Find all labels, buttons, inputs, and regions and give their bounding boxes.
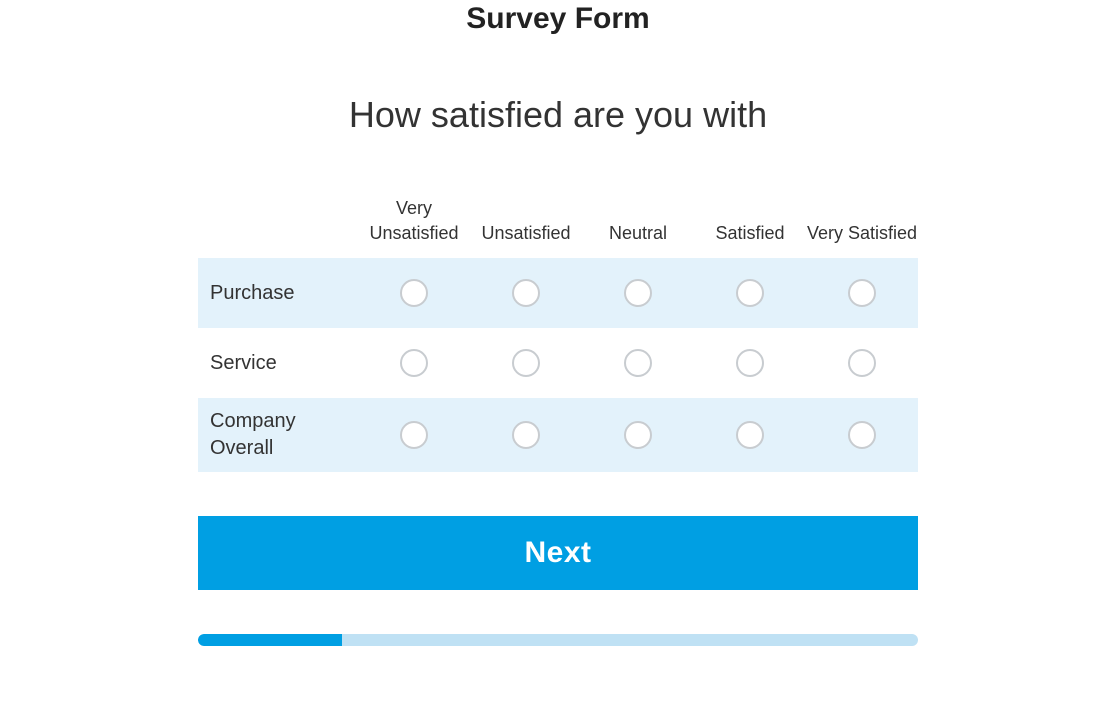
radio-service-very-unsatisfied[interactable] xyxy=(400,349,428,377)
radio-purchase-very-satisfied[interactable] xyxy=(848,279,876,307)
col-label-very-satisfied: Very Satisfied xyxy=(806,221,918,246)
likert-matrix: Very Unsatisfied Unsatisfied Neutral Sat… xyxy=(198,196,918,472)
row-label: Service xyxy=(198,350,358,377)
radio-purchase-satisfied[interactable] xyxy=(736,279,764,307)
radio-service-satisfied[interactable] xyxy=(736,349,764,377)
page-title: Survey Form xyxy=(466,2,649,36)
progress-fill xyxy=(198,634,342,646)
radio-company-neutral[interactable] xyxy=(624,421,652,449)
next-button[interactable]: Next xyxy=(198,516,918,590)
radio-purchase-very-unsatisfied[interactable] xyxy=(400,279,428,307)
col-label-very-unsatisfied: Very Unsatisfied xyxy=(358,196,470,246)
matrix-header: Very Unsatisfied Unsatisfied Neutral Sat… xyxy=(198,196,918,258)
row-label: Company Overall xyxy=(198,408,358,462)
row-label: Purchase xyxy=(198,280,358,307)
radio-purchase-unsatisfied[interactable] xyxy=(512,279,540,307)
col-label-satisfied: Satisfied xyxy=(694,221,806,246)
radio-company-very-satisfied[interactable] xyxy=(848,421,876,449)
survey-question: How satisfied are you with xyxy=(349,94,767,136)
col-label-neutral: Neutral xyxy=(582,221,694,246)
matrix-row-service: Service xyxy=(198,328,918,398)
radio-purchase-neutral[interactable] xyxy=(624,279,652,307)
matrix-row-company-overall: Company Overall xyxy=(198,398,918,472)
radio-company-very-unsatisfied[interactable] xyxy=(400,421,428,449)
radio-company-unsatisfied[interactable] xyxy=(512,421,540,449)
progress-bar xyxy=(198,634,918,646)
matrix-row-purchase: Purchase xyxy=(198,258,918,328)
radio-service-very-satisfied[interactable] xyxy=(848,349,876,377)
radio-service-unsatisfied[interactable] xyxy=(512,349,540,377)
radio-company-satisfied[interactable] xyxy=(736,421,764,449)
col-label-unsatisfied: Unsatisfied xyxy=(470,221,582,246)
radio-service-neutral[interactable] xyxy=(624,349,652,377)
